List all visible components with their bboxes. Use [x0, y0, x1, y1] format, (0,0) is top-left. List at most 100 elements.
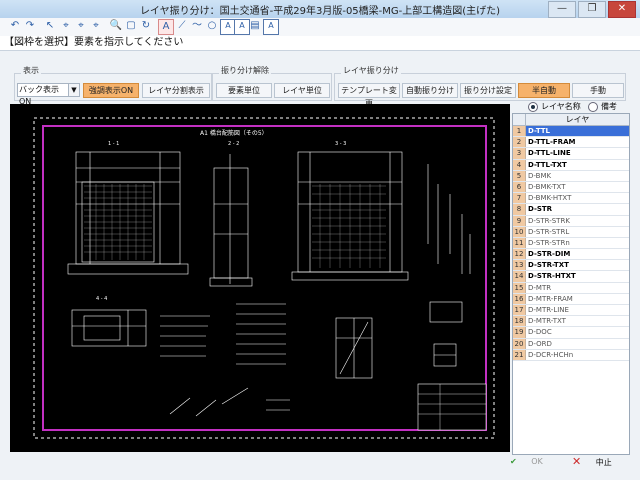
layer-row[interactable]: 4 D-TTL-TXT: [513, 159, 629, 171]
layer-row[interactable]: 12 D-STR-DIM: [513, 249, 629, 261]
command-prompt: 【図枠を選択】要素を指示してください: [0, 36, 640, 51]
layer-row[interactable]: 15 D-MTR: [513, 282, 629, 294]
layer-row-number: 16: [513, 293, 526, 304]
lasso-add-icon[interactable]: ⌖: [74, 19, 88, 33]
cad-drawing-canvas[interactable]: A1 橋台配筋図（その5） 1 - 1 2 - 2 3 - 3 4 - 4: [10, 104, 510, 452]
lasso-remove-icon[interactable]: ⌖: [89, 19, 103, 33]
manual-button[interactable]: 手動: [572, 83, 624, 98]
layer-row-number: 2: [513, 137, 526, 148]
title-block[interactable]: [417, 383, 487, 431]
layer-row-name: D-STR-HTXT: [528, 272, 576, 281]
layer-row[interactable]: 13 D-STR-TXT: [513, 260, 629, 272]
section-label-4: 4 - 4: [96, 296, 107, 302]
layer-name-radio[interactable]: レイヤ名称: [528, 101, 581, 112]
layer-row-name: D-MTR-FRAM: [528, 294, 573, 303]
layer-row[interactable]: 7 D-BMK-HTXT: [513, 193, 629, 205]
minimize-button[interactable]: —: [548, 1, 576, 18]
cad-drawing: A1 橋台配筋図（その5） 1 - 1 2 - 2 3 - 3 4 - 4: [33, 117, 495, 439]
rebar-details-column[interactable]: [427, 164, 471, 274]
layer-row[interactable]: 19 D-DOC: [513, 327, 629, 339]
layer-unit-button[interactable]: レイヤ単位: [274, 83, 330, 98]
layer-row[interactable]: 14 D-STR-HTXT: [513, 271, 629, 283]
page-icon[interactable]: ▢: [124, 19, 138, 33]
lasso-select-icon[interactable]: ⌖: [59, 19, 73, 33]
layer-row-number: 6: [513, 181, 526, 193]
rebar-grid-left: [84, 184, 152, 260]
layer-row-name: D-ORD: [528, 339, 552, 348]
layer-row[interactable]: 1 D-TTL: [513, 126, 629, 138]
close-button[interactable]: ✕: [608, 1, 636, 18]
assign-settings-button[interactable]: 振り分け設定: [460, 83, 516, 98]
layer-row[interactable]: 3 D-TTL-LINE: [513, 148, 629, 160]
radio-unselected-icon[interactable]: [588, 101, 598, 112]
layer-row[interactable]: 20 D-ORD: [513, 338, 629, 350]
layer-table-header: レイヤ: [513, 114, 629, 126]
small-details-right[interactable]: [429, 301, 463, 367]
layer-row-number: 17: [513, 305, 526, 316]
layer-row[interactable]: 5 D-BMK: [513, 170, 629, 182]
semi-auto-button[interactable]: 半自動: [518, 83, 570, 98]
polyline-tool-icon[interactable]: 〜: [190, 19, 204, 33]
ok-label: OK: [531, 457, 543, 466]
refresh-icon[interactable]: ↻: [139, 19, 153, 33]
layer-row-number: 19: [513, 327, 526, 338]
back-display-select[interactable]: バック表示ON: [17, 83, 70, 106]
element-unit-button[interactable]: 要素単位: [216, 83, 272, 98]
layer-row-name: D-STR-STRL: [528, 227, 570, 236]
cross-section-detail[interactable]: [335, 317, 373, 379]
image-tool-icon[interactable]: ▤: [248, 19, 262, 33]
layer-row[interactable]: 10 D-STR-STRL: [513, 226, 629, 238]
text-a3-icon[interactable]: A: [263, 19, 279, 35]
layer-row-name: D-STR-STRn: [528, 238, 570, 247]
section-label-2: 2 - 2: [228, 141, 239, 147]
drawing-title: A1 橋台配筋図（その5）: [200, 129, 268, 137]
layer-row[interactable]: 16 D-MTR-FRAM: [513, 293, 629, 305]
layer-row-number: 20: [513, 338, 526, 349]
redo-icon[interactable]: ↷: [23, 19, 37, 33]
layer-row[interactable]: 17 D-MTR-LINE: [513, 305, 629, 317]
layer-row[interactable]: 2 D-TTL-FRAM: [513, 137, 629, 149]
layer-row[interactable]: 11 D-STR-STRn: [513, 237, 629, 250]
layer-row-name: D-TTL: [526, 126, 629, 137]
auto-assign-button[interactable]: 自動振り分け: [402, 83, 458, 98]
undo-icon[interactable]: ↶: [8, 19, 22, 33]
highlight-toggle-button[interactable]: 強調表示ON: [83, 83, 139, 98]
cancel-button[interactable]: ✕ 中止: [572, 456, 632, 468]
layer-row-number: 12: [513, 249, 526, 260]
layer-row[interactable]: 18 D-MTR-TXT: [513, 316, 629, 328]
layer-row-name: D-MTR: [528, 283, 552, 292]
text-icon[interactable]: A: [158, 19, 174, 35]
circle-tool-icon[interactable]: ○: [205, 19, 219, 33]
layer-row-name: D-BMK-HTXT: [528, 194, 572, 203]
abutment-section-middle[interactable]: [209, 154, 253, 287]
section-4-4-detail[interactable]: [71, 309, 147, 347]
radio-selected-icon[interactable]: [528, 101, 538, 112]
note-radio[interactable]: 備考: [588, 101, 617, 112]
layer-view-radios: レイヤ名称 備考: [524, 101, 640, 113]
pointer-icon[interactable]: ↖: [43, 19, 57, 33]
ok-button[interactable]: ✔ OK: [510, 456, 552, 468]
layer-split-display-button[interactable]: レイヤ分割表示: [142, 83, 210, 98]
maximize-button[interactable]: ❐: [578, 1, 606, 18]
layer-row-number: 21: [513, 349, 526, 360]
template-change-button[interactable]: テンプレート変更: [338, 83, 400, 108]
layer-row[interactable]: 9 D-STR-STRK: [513, 215, 629, 227]
layer-row-number: 8: [513, 204, 526, 215]
layer-assign-group: レイヤ振り分け テンプレート変更 自動振り分け 振り分け設定 半自動 手動: [334, 65, 626, 108]
line-tool-icon[interactable]: ⟋: [175, 19, 189, 33]
layer-row-name: D-DCR-HCHn: [528, 350, 574, 359]
layer-row[interactable]: 8 D-STR: [513, 204, 629, 216]
zoom-icon[interactable]: 🔍: [109, 19, 123, 33]
layer-row-number: 3: [513, 148, 526, 159]
layer-row[interactable]: 6 D-BMK-TXT: [513, 181, 629, 194]
layer-row-number: 15: [513, 282, 526, 293]
chevron-down-icon[interactable]: ▼: [68, 83, 80, 97]
cancel-label: 中止: [595, 458, 612, 467]
layer-row-number: 10: [513, 226, 526, 237]
layer-row-name: D-TTL-TXT: [528, 160, 567, 169]
rebar-bending-list[interactable]: [160, 303, 290, 417]
rebar-grid-right: [312, 184, 386, 268]
display-group: 表示 バック表示ON ▼ 強調表示ON レイヤ分割表示: [14, 65, 212, 106]
layer-row-number: 13: [513, 260, 526, 271]
layer-row[interactable]: 21 D-DCR-HCHn: [513, 349, 629, 361]
